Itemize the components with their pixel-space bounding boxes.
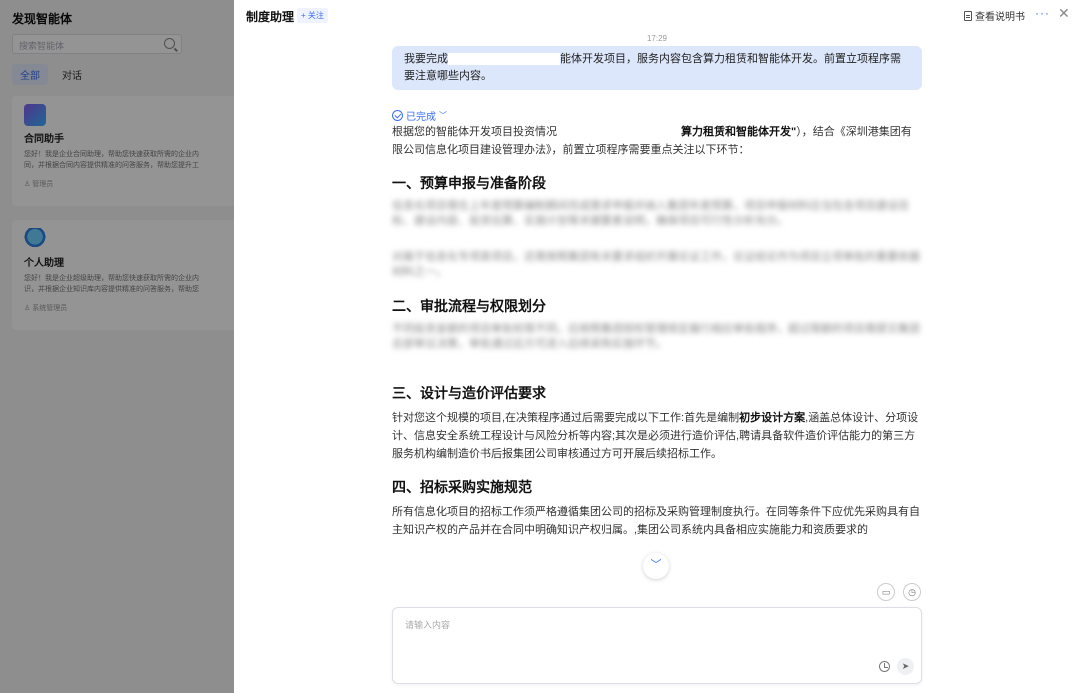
section-title: 三、设计与造价评估要求: [392, 385, 546, 401]
status-label: 已完成: [406, 111, 436, 123]
answer-status[interactable]: 已完成 ﹀: [392, 108, 922, 123]
feedback-icon[interactable]: ▭: [877, 583, 895, 601]
section-title: 一、预算申报与准备阶段: [392, 175, 546, 191]
user-message: 我要完成 能体开发项目，服务内容包含算力租赁和智能体开发。前置立项程序需要注意哪些…: [392, 46, 922, 90]
modal-overlay[interactable]: [0, 0, 234, 693]
follow-button[interactable]: + 关注: [297, 8, 328, 23]
section-title: 二、审批流程与权限划分: [392, 298, 546, 314]
blurred-content: 对属于信息化专项类项目，还需按照集团有关要求组织开展论证工作，论证结论作为项目立…: [392, 251, 920, 278]
redacted-block: [557, 126, 681, 139]
history-icon[interactable]: ◷: [903, 583, 921, 601]
section-paragraph: 针对您这个规模的项目,在决策程序通过后需要完成以下工作:首先是编制初步设计方案,…: [392, 412, 919, 460]
blurred-content: 信息化项目需在上年度预算编制期间完成需求申报并纳入集团年度预算，项目申报材料应当…: [392, 200, 909, 227]
input-placeholder: 请输入内容: [405, 620, 451, 630]
scroll-down-button[interactable]: ﹀: [643, 553, 669, 579]
manual-label: 查看说明书: [975, 12, 1025, 23]
check-circle-icon: [392, 109, 403, 121]
redacted-block: [448, 53, 560, 66]
agent-title: 制度助理: [246, 10, 295, 24]
more-options-icon[interactable]: ···: [1035, 6, 1050, 20]
answer-intro: 根据您的智能体开发项目投资情况 算力租赁和智能体开发"），结合《深圳港集团有限公司…: [392, 126, 912, 156]
view-manual-button[interactable]: 查看说明书: [964, 8, 1025, 23]
blurred-content: 不同投资金额的项目审批权限不同，应按照集团授权管理规定履行相应审批程序，超过限额…: [392, 323, 920, 350]
send-button[interactable]: ➤: [897, 658, 914, 675]
chevron-down-icon: ﹀: [439, 110, 447, 120]
chat-thread: 17:29 我要完成 能体开发项目，服务内容包含算力租赁和智能体开发。前置立项程序…: [392, 32, 922, 539]
chat-drawer: 制度助理 + 关注 查看说明书 ··· ✕ 17:29 我要完成 能体开发项目，服…: [234, 0, 1080, 693]
close-icon[interactable]: ✕: [1058, 5, 1070, 22]
clock-icon[interactable]: [879, 661, 890, 672]
section-title: 四、招标采购实施规范: [392, 479, 532, 495]
section-paragraph: 所有信息化项目的招标工作须严格遵循集团公司的招标及采购管理制度执行。在同等条件下…: [392, 506, 920, 536]
document-icon: [964, 10, 972, 21]
drawer-header: 制度助理 + 关注 查看说明书 ··· ✕: [234, 0, 1080, 32]
message-timestamp: 17:29: [646, 34, 668, 43]
message-input[interactable]: 请输入内容 ➤: [392, 607, 922, 684]
